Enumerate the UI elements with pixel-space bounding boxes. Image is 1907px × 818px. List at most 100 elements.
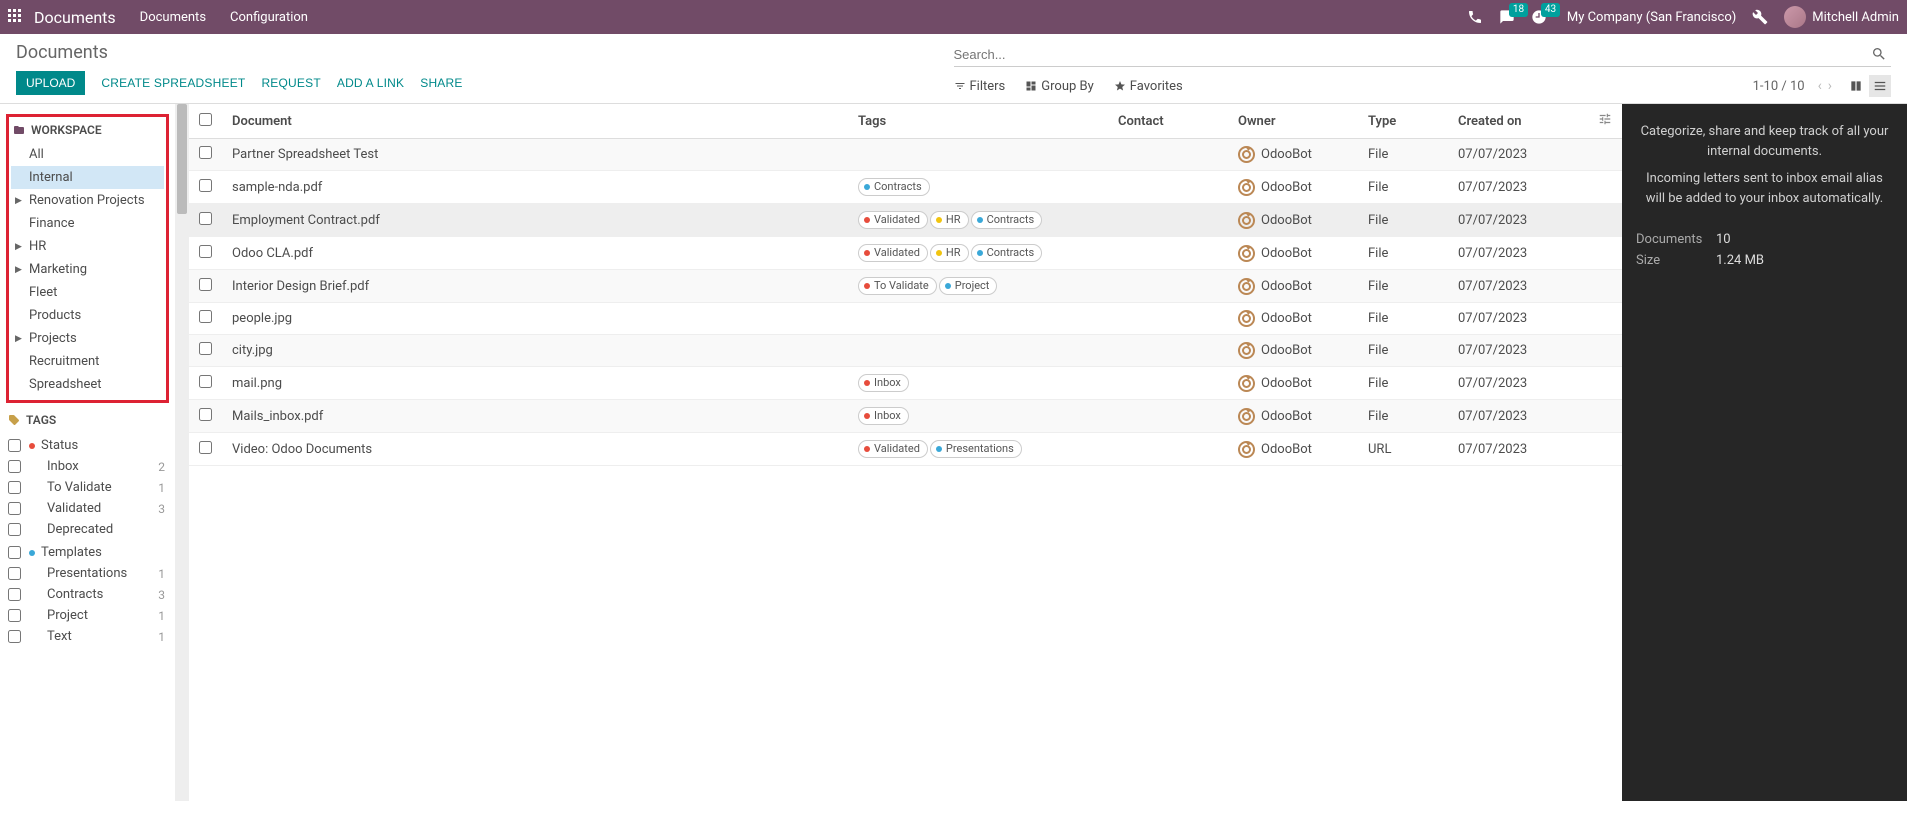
cell-contact [1108, 171, 1228, 204]
row-checkbox[interactable] [199, 441, 212, 454]
cell-type: File [1358, 139, 1448, 171]
search-icon[interactable] [1871, 46, 1887, 62]
cell-contact [1108, 270, 1228, 303]
group-by-button[interactable]: Group By [1025, 79, 1094, 94]
tag-item-project[interactable]: Project1 [6, 605, 169, 626]
workspace-item-recruitment[interactable]: Recruitment [11, 350, 164, 373]
tag-group-status[interactable]: Status [6, 433, 169, 456]
table-row[interactable]: Odoo CLA.pdfValidatedHRContractsOdooBotF… [189, 237, 1622, 270]
row-checkbox[interactable] [199, 278, 212, 291]
workspace-item-products[interactable]: Products [11, 304, 164, 327]
row-checkbox[interactable] [199, 212, 212, 225]
tag-icon [8, 414, 20, 426]
col-created[interactable]: Created on [1448, 104, 1588, 139]
row-checkbox[interactable] [199, 310, 212, 323]
request-button[interactable]: REQUEST [261, 76, 320, 90]
company-selector[interactable]: My Company (San Francisco) [1567, 10, 1736, 25]
topbar: Documents Documents Configuration 18 43 … [0, 0, 1907, 34]
tag-item-inbox[interactable]: Inbox2 [6, 456, 169, 477]
table-row[interactable]: Video: Odoo DocumentsValidatedPresentati… [189, 433, 1622, 466]
workspace-item-spreadsheet[interactable]: Spreadsheet [11, 373, 164, 396]
table-row[interactable]: Interior Design Brief.pdfTo ValidateProj… [189, 270, 1622, 303]
cell-contact [1108, 303, 1228, 335]
stat-docs-value: 10 [1716, 232, 1731, 247]
menu-documents[interactable]: Documents [140, 10, 206, 25]
col-document[interactable]: Document [222, 104, 848, 139]
cell-created: 07/07/2023 [1448, 139, 1588, 171]
user-menu[interactable]: Mitchell Admin [1784, 6, 1899, 28]
table-row[interactable]: city.jpgOdooBotFile07/07/2023 [189, 335, 1622, 367]
row-checkbox[interactable] [199, 375, 212, 388]
cell-created: 07/07/2023 [1448, 433, 1588, 466]
workspace-item-projects[interactable]: ▶Projects [11, 327, 164, 350]
table-row[interactable]: Employment Contract.pdfValidatedHRContra… [189, 204, 1622, 237]
cell-type: File [1358, 270, 1448, 303]
kanban-view-button[interactable] [1845, 75, 1867, 97]
table-row[interactable]: people.jpgOdooBotFile07/07/2023 [189, 303, 1622, 335]
create-spreadsheet-button[interactable]: CREATE SPREADSHEET [101, 76, 245, 90]
info-panel: Categorize, share and keep track of all … [1622, 104, 1907, 801]
cell-created: 07/07/2023 [1448, 204, 1588, 237]
table-row[interactable]: Partner Spreadsheet TestOdooBotFile07/07… [189, 139, 1622, 171]
workspace-item-hr[interactable]: ▶HR [11, 235, 164, 258]
row-checkbox[interactable] [199, 342, 212, 355]
menu-configuration[interactable]: Configuration [230, 10, 308, 25]
cell-tags [848, 139, 1108, 171]
select-all-checkbox[interactable] [199, 113, 212, 126]
search-input[interactable] [954, 47, 1872, 62]
tag-group-templates[interactable]: Templates [6, 540, 169, 563]
cell-tags: Inbox [848, 400, 1108, 433]
upload-button[interactable]: UPLOAD [16, 71, 85, 95]
workspace-item-fleet[interactable]: Fleet [11, 281, 164, 304]
cell-type: URL [1358, 433, 1448, 466]
messages-icon[interactable]: 18 [1499, 9, 1515, 25]
tag-item-contracts[interactable]: Contracts3 [6, 584, 169, 605]
scrollbar[interactable] [175, 104, 189, 801]
search-bar[interactable] [954, 42, 1892, 67]
tag-item-validated[interactable]: Validated3 [6, 498, 169, 519]
columns-settings-icon[interactable] [1598, 112, 1612, 126]
pager-prev[interactable]: ‹ [1818, 78, 1822, 94]
add-link-button[interactable]: ADD A LINK [337, 76, 404, 90]
cell-created: 07/07/2023 [1448, 237, 1588, 270]
workspace-item-finance[interactable]: Finance [11, 212, 164, 235]
row-checkbox[interactable] [199, 408, 212, 421]
row-checkbox[interactable] [199, 146, 212, 159]
col-owner[interactable]: Owner [1228, 104, 1358, 139]
tag-item-text[interactable]: Text1 [6, 626, 169, 647]
debug-icon[interactable] [1752, 9, 1768, 25]
workspace-item-renovation-projects[interactable]: ▶Renovation Projects [11, 189, 164, 212]
cell-type: File [1358, 303, 1448, 335]
pager-next[interactable]: › [1828, 78, 1832, 94]
filters-button[interactable]: Filters [954, 79, 1006, 94]
cell-type: File [1358, 367, 1448, 400]
row-checkbox[interactable] [199, 179, 212, 192]
workspace-item-marketing[interactable]: ▶Marketing [11, 258, 164, 281]
table-row[interactable]: sample-nda.pdfContractsOdooBotFile07/07/… [189, 171, 1622, 204]
row-checkbox[interactable] [199, 245, 212, 258]
table-row[interactable]: mail.pngInboxOdooBotFile07/07/2023 [189, 367, 1622, 400]
tag-item-presentations[interactable]: Presentations1 [6, 563, 169, 584]
workspace-item-internal[interactable]: Internal [11, 166, 164, 189]
cell-tags: ValidatedPresentations [848, 433, 1108, 466]
workspace-item-all[interactable]: All [11, 143, 164, 166]
tag-item-deprecated[interactable]: Deprecated [6, 519, 169, 540]
list-view-button[interactable] [1869, 75, 1891, 97]
cell-type: File [1358, 400, 1448, 433]
cell-owner: OdooBot [1228, 237, 1358, 270]
col-tags[interactable]: Tags [848, 104, 1108, 139]
col-contact[interactable]: Contact [1108, 104, 1228, 139]
apps-icon[interactable] [8, 9, 24, 25]
col-type[interactable]: Type [1358, 104, 1448, 139]
table-row[interactable]: Mails_inbox.pdfInboxOdooBotFile07/07/202… [189, 400, 1622, 433]
phone-icon[interactable] [1467, 9, 1483, 25]
clock-icon[interactable]: 43 [1531, 9, 1547, 25]
app-brand[interactable]: Documents [34, 8, 116, 27]
cell-tags: To ValidateProject [848, 270, 1108, 303]
cell-document: Odoo CLA.pdf [222, 237, 848, 270]
cell-created: 07/07/2023 [1448, 270, 1588, 303]
share-button[interactable]: SHARE [420, 76, 462, 90]
favorites-button[interactable]: Favorites [1114, 79, 1183, 94]
tag-item-to-validate[interactable]: To Validate1 [6, 477, 169, 498]
cell-created: 07/07/2023 [1448, 171, 1588, 204]
